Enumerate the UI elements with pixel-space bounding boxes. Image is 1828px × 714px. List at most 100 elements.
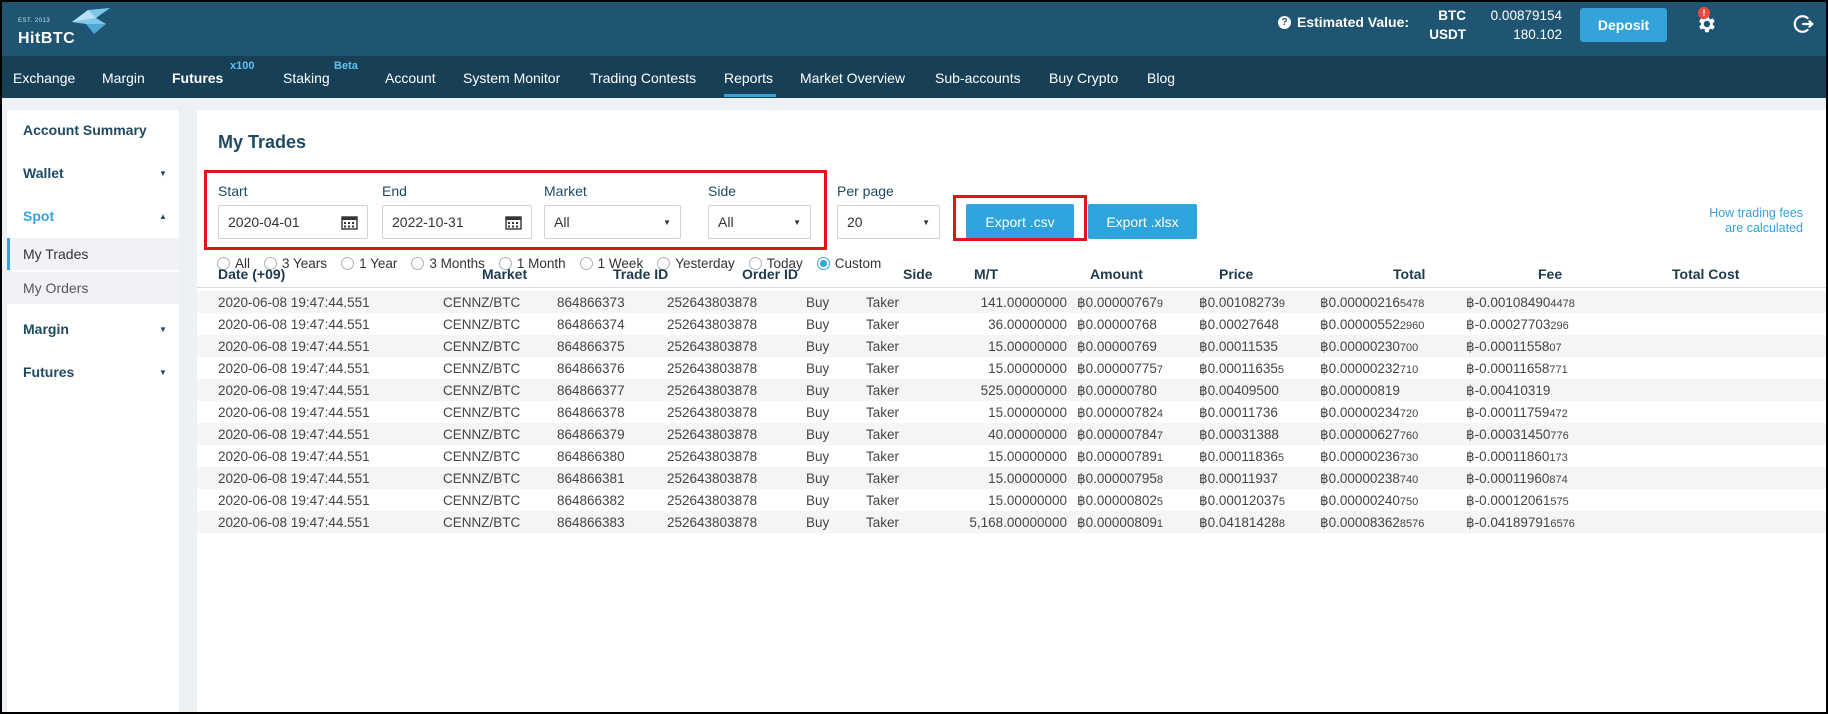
nav-blog[interactable]: Blog	[1147, 70, 1175, 86]
value-main: ฿0.00000767	[1077, 295, 1157, 310]
table-cell: Buy	[806, 515, 830, 530]
table-cell: 864866383	[557, 515, 625, 530]
col-amount[interactable]: Amount	[1090, 266, 1143, 282]
table-cell-amount: 15.00000000	[988, 405, 1067, 420]
nav-futures[interactable]: Futures	[172, 70, 223, 86]
table-cell: 252643803878	[667, 493, 758, 508]
sidebar-item-margin[interactable]: Margin	[23, 321, 69, 337]
table-cell-value: ฿0.000007824	[1077, 405, 1163, 421]
col-mt[interactable]: M/T	[974, 266, 998, 282]
sidebar-item-spot[interactable]: Spot	[23, 208, 54, 224]
value-main: ฿0.00000627	[1320, 427, 1400, 442]
value-tail: 472	[1549, 408, 1568, 420]
col-market[interactable]: Market	[482, 266, 527, 282]
table-cell-value: ฿0.00031388	[1199, 427, 1279, 443]
value-main: ฿0.00108273	[1199, 295, 1279, 310]
sidebar-item-account-summary[interactable]: Account Summary	[23, 122, 147, 138]
deposit-button[interactable]: Deposit	[1580, 8, 1667, 42]
chevron-down-icon[interactable]: ▼	[159, 169, 167, 178]
help-icon[interactable]: ?	[1278, 15, 1291, 29]
col-side[interactable]: Side	[903, 266, 933, 282]
value-main: ฿0.00000769	[1077, 339, 1157, 354]
value-tail: 760	[1399, 430, 1419, 442]
per-page-label: Per page	[837, 183, 894, 199]
nav-exchange[interactable]: Exchange	[13, 70, 75, 86]
per-page-value: 20	[847, 214, 863, 230]
per-page-select[interactable]: 20 ▼	[837, 205, 940, 239]
table-cell-amount: 141.00000000	[980, 295, 1067, 310]
table-row: 2020-06-08 19:47:44.551 CENNZ/BTC 86486638…	[197, 489, 1826, 511]
table-cell: 252643803878	[667, 383, 758, 398]
sidebar-item-my-orders[interactable]: My Orders	[7, 272, 179, 304]
table-cell-value: ฿0.001082739	[1199, 295, 1285, 311]
estimated-value-label: Estimated Value:	[1297, 14, 1410, 30]
nav-market-overview[interactable]: Market Overview	[800, 70, 905, 86]
value-main: ฿0.00011736	[1199, 405, 1278, 420]
nav-staking[interactable]: Staking	[283, 70, 330, 86]
value-tail: 8	[1156, 474, 1164, 486]
table-cell: 2020-06-08 19:47:44.551	[218, 405, 370, 420]
col-price[interactable]: Price	[1219, 266, 1253, 282]
hitbtc-logo[interactable]: EST. 2013 HitBTC	[16, 8, 136, 50]
export-xlsx-button[interactable]: Export .xlsx	[1088, 204, 1197, 239]
table-cell: 864866377	[557, 383, 625, 398]
table-cell-value: ฿0.000007847	[1077, 427, 1163, 443]
table-cell: 252643803878	[667, 515, 758, 530]
col-date[interactable]: Date (+09)	[218, 266, 285, 282]
moon-icon[interactable]	[1748, 13, 1768, 35]
value-main: ฿0.00000236	[1320, 449, 1400, 464]
table-cell-amount: 15.00000000	[988, 361, 1067, 376]
value-tail: 750	[1399, 496, 1419, 508]
chevron-down-icon: ▼	[922, 217, 930, 227]
value-tail: 710	[1399, 364, 1419, 376]
col-order-id[interactable]: Order ID	[742, 266, 798, 282]
table-cell: CENNZ/BTC	[443, 449, 521, 464]
table-header: Date (+09) Market Trade ID Order ID Side…	[197, 258, 1826, 288]
table-cell-value: ฿0.00027648	[1199, 317, 1279, 333]
logout-icon[interactable]	[1792, 13, 1814, 35]
table-cell: Buy	[806, 471, 830, 486]
value-tail: 4	[1156, 408, 1164, 420]
nav-sub-accounts[interactable]: Sub-accounts	[935, 70, 1021, 86]
col-fee[interactable]: Fee	[1538, 266, 1562, 282]
table-cell: Taker	[866, 493, 900, 508]
nav-trading-contests[interactable]: Trading Contests	[590, 70, 696, 86]
value-tail: 5	[1277, 364, 1285, 376]
nav-buy-crypto[interactable]: Buy Crypto	[1049, 70, 1118, 86]
col-trade-id[interactable]: Trade ID	[613, 266, 668, 282]
balance-currency: BTC	[1438, 8, 1466, 23]
balance-amount: 180.102	[1513, 27, 1562, 42]
table-cell-value: ฿-0.00011658771	[1466, 361, 1568, 377]
table-cell-value: ฿0.00000780	[1077, 383, 1157, 399]
value-main: ฿0.00000789	[1077, 449, 1157, 464]
nav-system-monitor[interactable]: System Monitor	[463, 70, 560, 86]
nav-margin[interactable]: Margin	[102, 70, 145, 86]
chevron-down-icon[interactable]: ▼	[159, 368, 167, 377]
table-cell-amount: 15.00000000	[988, 339, 1067, 354]
chevron-up-icon[interactable]: ▲	[159, 212, 167, 221]
table-cell: CENNZ/BTC	[443, 339, 521, 354]
nav-reports[interactable]: Reports	[724, 70, 773, 86]
value-main: ฿0.04181428	[1199, 515, 1279, 530]
col-total[interactable]: Total	[1393, 266, 1425, 282]
nav-account[interactable]: Account	[385, 70, 436, 86]
table-cell-value: ฿-0.00012061575	[1466, 493, 1569, 509]
table-cell-value: ฿0.000005522960	[1320, 317, 1424, 333]
table-cell: 2020-06-08 19:47:44.551	[218, 427, 370, 442]
sidebar: Account Summary Wallet ▼ Spot ▲ My Trade…	[7, 110, 179, 712]
trading-fees-link[interactable]: How trading fees are calculated	[1613, 206, 1803, 236]
chevron-down-icon[interactable]: ▼	[159, 325, 167, 334]
value-tail: 700	[1399, 342, 1419, 354]
col-total-cost[interactable]: Total Cost	[1672, 266, 1739, 282]
value-main: ฿0.00000230	[1320, 339, 1400, 354]
table-row: 2020-06-08 19:47:44.551 CENNZ/BTC 86486637…	[197, 423, 1826, 445]
main-content: My Trades Start 2020-04-01 End 2022-10-3…	[197, 110, 1826, 712]
table-cell: 864866373	[557, 295, 625, 310]
value-tail: 720	[1399, 408, 1419, 420]
sidebar-item-wallet[interactable]: Wallet	[23, 165, 64, 181]
sidebar-item-futures[interactable]: Futures	[23, 364, 74, 380]
value-main: ฿-0.00011658	[1466, 361, 1550, 376]
value-main: ฿0.00000819	[1320, 383, 1400, 398]
sidebar-item-my-trades[interactable]: My Trades	[7, 238, 179, 270]
nav-active-indicator	[724, 94, 776, 97]
